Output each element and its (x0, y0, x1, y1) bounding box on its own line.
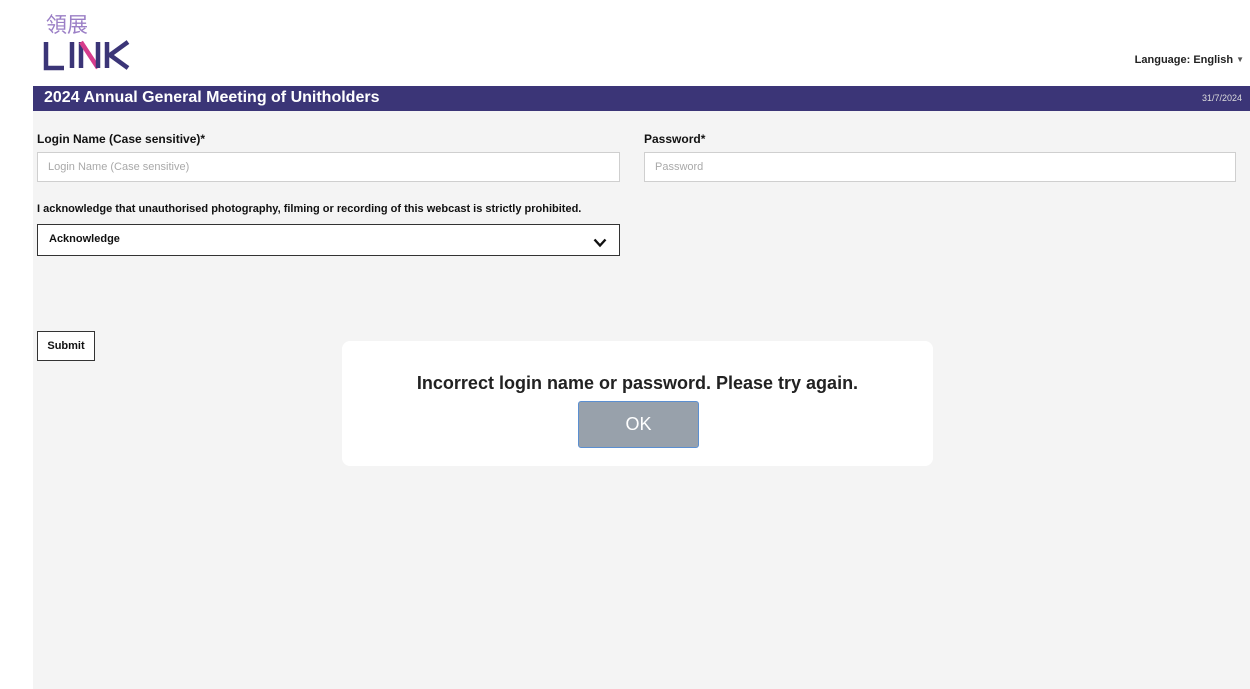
login-name-input[interactable] (37, 152, 620, 182)
acknowledge-statement: I acknowledge that unauthorised photogra… (37, 203, 582, 215)
link-logo: 領展 (40, 8, 140, 72)
meeting-date: 31/7/2024 (1201, 93, 1242, 103)
language-selector[interactable]: Language: English ▼ (1135, 54, 1244, 66)
chevron-down-icon (593, 235, 607, 253)
ok-button[interactable]: OK (578, 401, 699, 448)
acknowledge-select[interactable]: Acknowledge (37, 224, 620, 256)
caret-down-icon: ▼ (1236, 55, 1244, 64)
language-label: Language: English (1134, 54, 1234, 66)
error-dialog: Incorrect login name or password. Please… (342, 341, 933, 466)
password-input[interactable] (644, 152, 1236, 182)
acknowledge-selected-value: Acknowledge (49, 233, 120, 245)
logo-chinese: 領展 (46, 13, 88, 37)
login-name-label: Login Name (Case sensitive)* (37, 132, 206, 146)
title-bar: 2024 Annual General Meeting of Unitholde… (33, 86, 1250, 111)
submit-button[interactable]: Submit (37, 331, 95, 361)
page-title: 2024 Annual General Meeting of Unitholde… (44, 89, 380, 106)
error-message: Incorrect login name or password. Please… (416, 373, 859, 393)
password-label: Password* (644, 132, 706, 146)
